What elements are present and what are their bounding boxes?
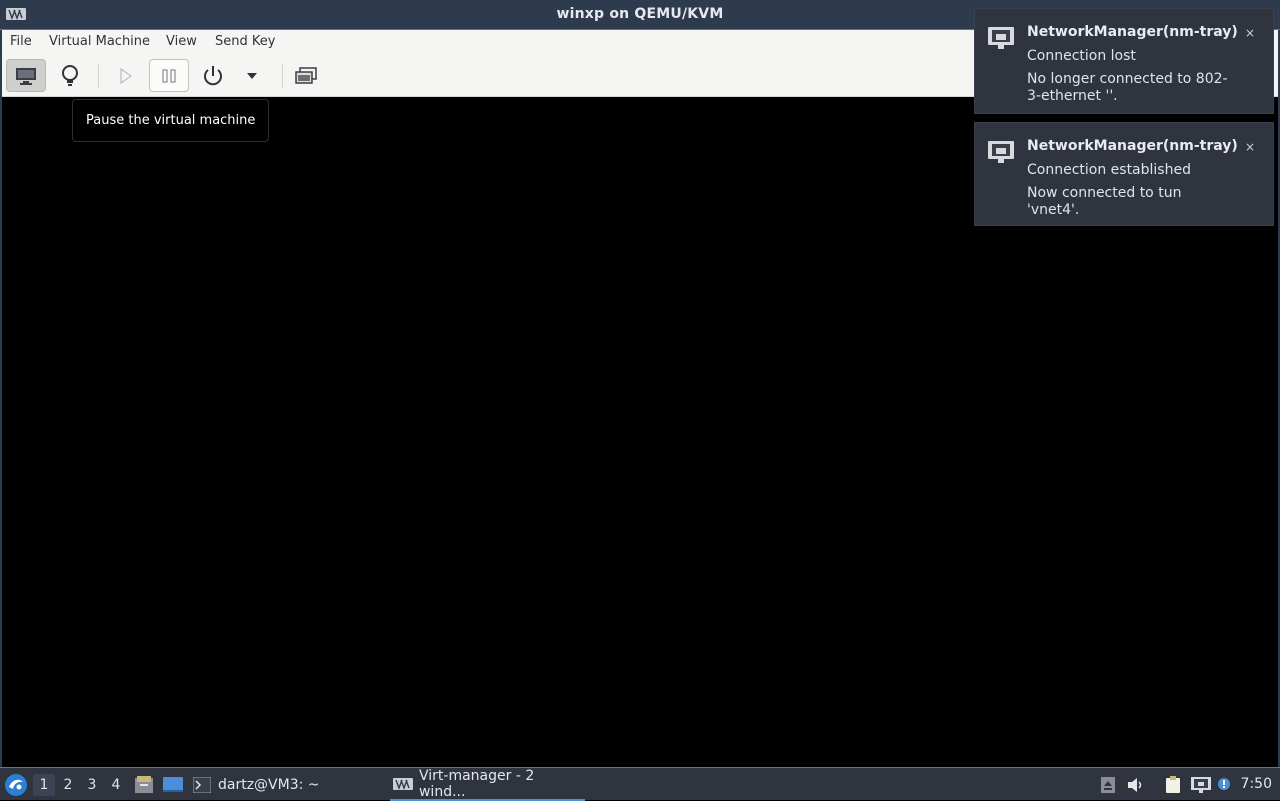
show-console-button[interactable] [6,59,46,92]
toolbar-separator [98,64,99,88]
show-details-button[interactable] [50,59,90,92]
notification-summary: Connection established [1027,162,1191,178]
windows-icon [295,66,317,84]
tray-eject-icon[interactable] [1099,776,1117,794]
play-icon [120,67,133,84]
fullscreen-button[interactable] [286,59,326,92]
task-label: dartz@VM3: ~ [218,776,320,793]
notification-body: Now connected to tun 'vnet4'. [1027,185,1182,218]
notification-app-name: NetworkManager(nm-tray) [1027,24,1238,40]
close-icon[interactable]: × [1245,140,1255,154]
notification-summary: Connection lost [1027,48,1136,64]
virt-manager-icon [393,777,413,790]
show-desktop-icon[interactable] [162,775,184,794]
notification-connection-established[interactable]: NetworkManager(nm-tray) Connection estab… [974,122,1274,226]
close-icon[interactable]: × [1245,26,1255,40]
task-virt-manager[interactable]: Virt-manager - 2 wind... [390,768,585,801]
pause-tooltip: Pause the virtual machine [72,99,269,142]
workspace-2[interactable]: 2 [57,774,79,796]
start-menu-icon[interactable] [4,773,28,797]
network-tray-icon[interactable] [1190,776,1212,794]
volume-icon[interactable] [1127,776,1145,794]
pause-button[interactable] [149,59,189,92]
window-border-left [0,30,2,767]
task-label: Virt-manager - 2 wind... [418,767,535,800]
run-button[interactable] [106,59,146,92]
toolbar-separator [282,64,283,88]
pause-icon [162,68,176,83]
file-manager-icon[interactable] [134,775,154,794]
menu-file[interactable]: File [10,34,32,49]
terminal-icon [193,776,211,793]
shutdown-menu-button[interactable] [232,59,272,92]
power-icon [204,65,222,85]
network-wired-icon [988,27,1014,49]
chevron-down-icon [247,72,257,79]
menu-send-key[interactable]: Send Key [215,34,275,49]
clipboard-icon[interactable] [1163,776,1183,794]
workspace-4[interactable]: 4 [105,774,127,796]
clock[interactable]: 7:50 [1241,776,1272,792]
workspace-1[interactable]: 1 [33,774,55,796]
shutdown-button[interactable] [193,59,233,92]
notification-connection-lost[interactable]: NetworkManager(nm-tray) Connection lost … [974,8,1274,114]
notification-indicator-icon[interactable] [1216,776,1232,794]
notification-body: No longer connected to 802-3-ethernet ''… [1027,71,1228,104]
notification-app-name: NetworkManager(nm-tray) [1027,138,1238,154]
monitor-icon [16,67,36,85]
menu-view[interactable]: View [166,34,197,49]
lightbulb-icon [62,64,78,86]
workspace-3[interactable]: 3 [81,774,103,796]
task-terminal[interactable]: dartz@VM3: ~ [193,768,383,801]
taskbar: 1 2 3 4 dartz@VM3: ~ Virt-manager - 2 wi… [0,767,1280,801]
network-wired-icon [988,141,1014,163]
menu-virtual-machine[interactable]: Virtual Machine [49,34,150,49]
